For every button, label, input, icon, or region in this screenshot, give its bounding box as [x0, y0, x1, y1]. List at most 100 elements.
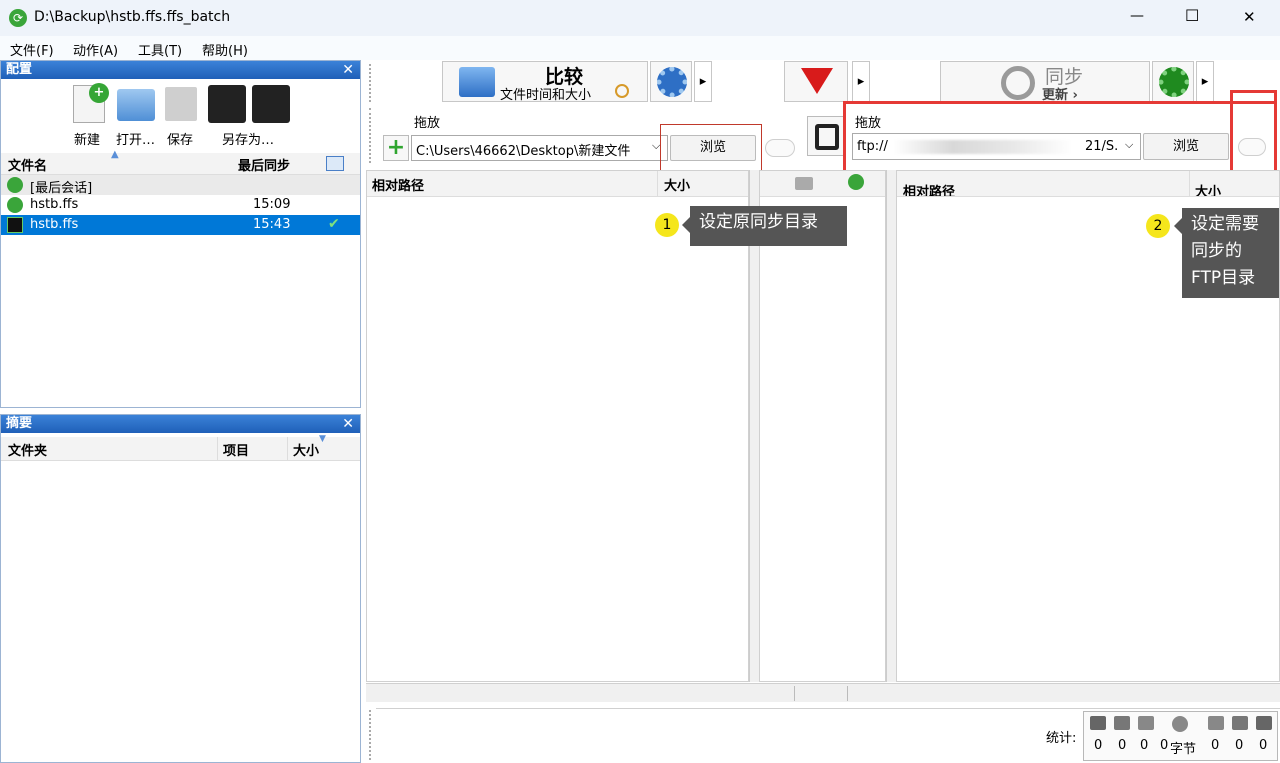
config-tool-save-as[interactable]: 另存为… — [206, 83, 296, 148]
close-icon[interactable]: ✕ — [342, 415, 354, 433]
gear-icon — [657, 67, 687, 97]
header-items[interactable]: 项目 — [223, 440, 249, 459]
update-right-icon — [1232, 716, 1248, 730]
stat-value: 0 — [1094, 738, 1103, 753]
column-divider — [1189, 171, 1190, 196]
left-path-input[interactable]: C:\Users\46662\Desktop\新建文件 — [411, 135, 668, 161]
column-divider — [657, 171, 658, 197]
config-panel-header: 配置 ✕ — [1, 61, 360, 79]
config-panel: 配置 ✕ + 新建 打开… 保存 另存为… 文件名 ▲ 最后同步 [最后会话] … — [0, 60, 361, 408]
header-last-sync[interactable]: 最后同步 — [238, 155, 290, 174]
config-panel-title: 配置 — [6, 62, 33, 77]
header-folder[interactable]: 文件夹 — [8, 440, 47, 459]
left-scrollbar[interactable] — [749, 170, 759, 682]
delete-right-icon — [1256, 716, 1272, 730]
list-item[interactable]: [最后会话] — [1, 175, 360, 196]
swap-icon — [815, 124, 839, 150]
bytes-icon — [1172, 716, 1188, 732]
menu-tools[interactable]: 工具(T) — [138, 40, 182, 59]
status-divider — [847, 686, 848, 701]
batch-config-icon — [7, 217, 23, 233]
stat-value: 0 — [1235, 738, 1244, 753]
left-browse-highlight — [660, 124, 762, 174]
sync-more-button[interactable]: ▸ — [1196, 61, 1214, 102]
filter-more-button[interactable]: ▸ — [852, 61, 870, 102]
toolbar-gripper — [369, 64, 373, 102]
config-tool-save-as-label: 另存为… — [222, 133, 275, 148]
status-divider — [794, 686, 795, 701]
right-col-path[interactable]: 相对路径 — [903, 181, 955, 196]
title-bar: ⟳ D:\Backup\hstb.ffs.ffs_batch — ☐ ✕ — [0, 0, 1280, 36]
stat-value: 0 — [1211, 738, 1220, 753]
summary-list-header: 文件夹 项目 大小 ▼ — [1, 434, 360, 461]
config-name: [最后会话] — [30, 181, 93, 196]
camera-icon[interactable] — [795, 177, 813, 190]
create-right-icon — [1208, 716, 1224, 730]
compare-subtitle: 文件时间和大小 — [500, 88, 592, 103]
sync-action-icon[interactable] — [848, 174, 864, 190]
menu-help[interactable]: 帮助(H) — [202, 40, 248, 59]
left-col-size[interactable]: 大小 — [664, 175, 690, 194]
app-icon: ⟳ — [9, 9, 27, 27]
column-divider — [217, 437, 218, 461]
menu-bar: 文件(F) 动作(A) 工具(T) 帮助(H) — [0, 36, 1280, 60]
compare-button[interactable]: 比较 文件时间和大小 — [442, 61, 648, 103]
menu-action[interactable]: 动作(A) — [73, 40, 118, 59]
step-2-callout: 设定需要 同步的 FTP目录 — [1182, 208, 1279, 298]
list-item[interactable]: hstb.ffs 15:43 ✔ — [1, 215, 360, 235]
sync-config-icon — [7, 197, 23, 213]
minimize-button[interactable]: — — [1130, 8, 1144, 24]
summary-panel-header: 摘要 ✕ — [1, 415, 360, 433]
close-icon[interactable]: ✕ — [342, 61, 354, 79]
config-name: hstb.ffs — [30, 197, 79, 212]
open-config-icon — [117, 89, 155, 121]
left-grid-header: 相对路径 大小 — [367, 171, 748, 197]
callout-pointer — [1174, 218, 1182, 234]
compare-settings-button[interactable] — [650, 61, 692, 102]
list-item[interactable]: hstb.ffs 15:09 — [1, 195, 360, 215]
stats-gripper — [369, 710, 373, 760]
filter-button[interactable] — [784, 61, 848, 102]
stat-value: 0 — [1118, 738, 1127, 753]
summary-panel-title: 摘要 — [6, 416, 33, 431]
add-folder-pair-button[interactable]: + — [383, 135, 409, 161]
config-tool-open[interactable]: 打开… — [113, 83, 159, 148]
header-filename[interactable]: 文件名 — [8, 155, 47, 174]
left-drop-label: 拖放 — [414, 116, 441, 131]
filter-icon — [801, 68, 833, 94]
stat-value: 0 — [1160, 738, 1169, 753]
save-icon — [165, 87, 197, 121]
create-left-icon — [1090, 716, 1106, 730]
header-size[interactable]: 大小 — [293, 440, 319, 459]
left-col-path[interactable]: 相对路径 — [372, 175, 424, 194]
step-1-badge: 1 — [655, 213, 679, 237]
middle-grid — [759, 170, 886, 682]
sort-arrow-icon: ▼ — [319, 434, 326, 444]
sync-settings-button[interactable] — [1152, 61, 1194, 102]
summary-panel: 摘要 ✕ 文件夹 项目 大小 ▼ — [0, 414, 361, 763]
config-time: 15:43 — [253, 217, 291, 232]
compare-icon — [459, 67, 495, 97]
sync-button[interactable]: 同步 更新 › — [940, 61, 1150, 103]
maximize-button[interactable]: ☐ — [1185, 6, 1199, 25]
config-tool-save[interactable]: 保存 — [161, 83, 201, 148]
callout-pointer — [682, 217, 690, 233]
config-tool-new[interactable]: + 新建 — [69, 83, 111, 148]
stats-box: 0 0 0 0 字节 0 0 0 — [1083, 711, 1278, 761]
config-tool-open-label: 打开… — [116, 133, 156, 148]
compare-more-button[interactable]: ▸ — [694, 61, 712, 102]
swap-sides-button[interactable] — [807, 116, 845, 156]
config-tool-new-label: 新建 — [74, 133, 101, 148]
right-col-size[interactable]: 大小 — [1195, 181, 1221, 196]
update-left-icon — [1114, 716, 1130, 730]
plus-badge-icon: + — [89, 83, 109, 103]
sort-arrow-icon: ▲ — [111, 149, 119, 160]
stat-bytes-unit: 字节 — [1170, 742, 1197, 757]
cloud-icon[interactable] — [765, 139, 795, 157]
middle-scrollbar[interactable] — [886, 170, 896, 682]
window-title: D:\Backup\hstb.ffs.ffs_batch — [34, 9, 231, 25]
menu-file[interactable]: 文件(F) — [10, 40, 54, 59]
column-chooser-icon[interactable] — [326, 156, 344, 171]
close-button[interactable]: ✕ — [1243, 8, 1256, 26]
sync-icon — [1001, 66, 1035, 100]
